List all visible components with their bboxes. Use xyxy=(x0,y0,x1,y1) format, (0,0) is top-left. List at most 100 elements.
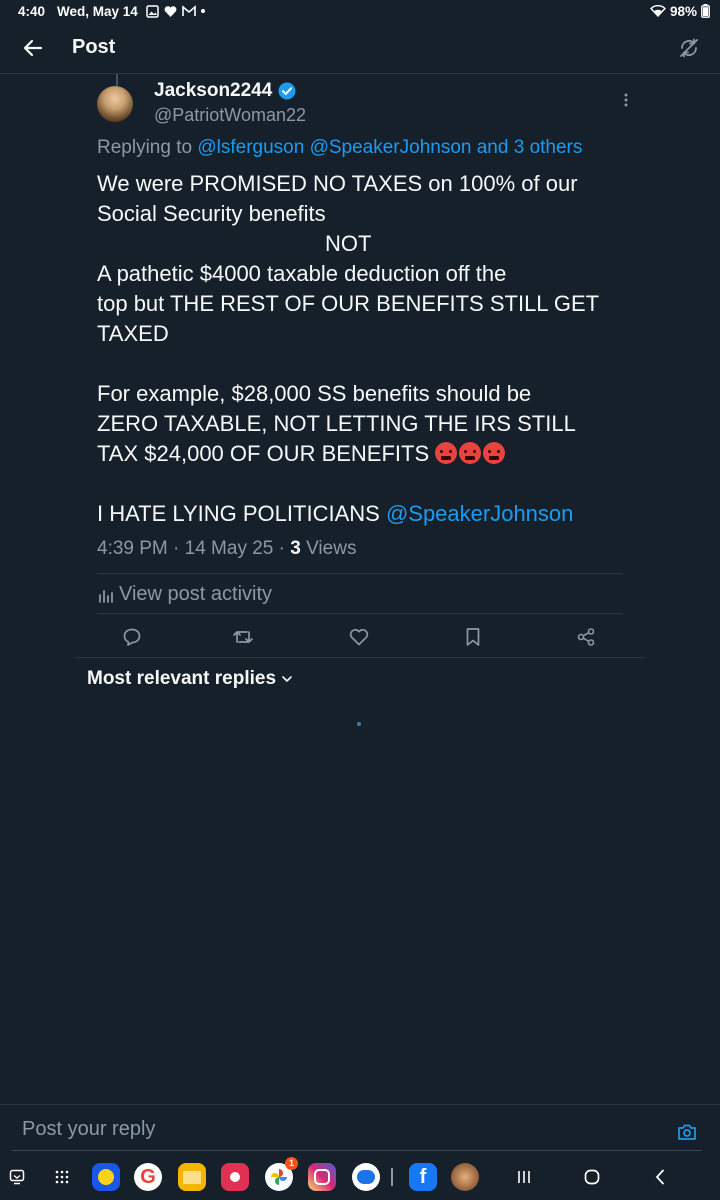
bixby-shape xyxy=(98,1169,114,1185)
separator-line xyxy=(391,1168,393,1186)
replying-prefix: Replying to xyxy=(97,137,193,158)
status-time: 4:40 xyxy=(18,3,46,19)
recent-apps-icon xyxy=(518,1171,530,1183)
app-grid-icon xyxy=(55,1170,69,1184)
back-button[interactable] xyxy=(20,35,46,61)
post-line: A pathetic $4000 taxable deduction off t… xyxy=(97,261,507,286)
status-bar: 4:40 Wed, May 14 98% xyxy=(0,0,720,22)
author-name-text: Jackson2244 xyxy=(154,80,273,101)
views-count: 3 xyxy=(290,538,301,559)
bookmark-button[interactable] xyxy=(462,626,484,648)
reply-icon xyxy=(123,628,141,646)
taskbar-separator xyxy=(390,1163,394,1191)
reply-input[interactable]: Post your reply xyxy=(22,1118,155,1141)
bookmark-icon xyxy=(466,628,480,646)
divider xyxy=(76,657,644,658)
post-metadata: 4:39 PM · 14 May 25 · 3 Views xyxy=(97,538,356,560)
like-button[interactable] xyxy=(348,626,370,648)
google-app-icon[interactable]: G xyxy=(134,1163,162,1191)
taskbar-toggle-icon xyxy=(9,1169,25,1185)
more-vertical-icon xyxy=(624,93,628,107)
chevron-left-icon xyxy=(655,1169,664,1185)
reply-button[interactable] xyxy=(121,626,143,648)
status-right: 98% xyxy=(649,3,710,19)
wifi-icon xyxy=(649,5,666,17)
folder-icon xyxy=(183,1170,201,1184)
camera-icon xyxy=(678,1124,696,1140)
taskbar-toggle-button[interactable] xyxy=(6,1163,28,1191)
photos-notification-badge: 1 xyxy=(285,1157,298,1170)
post-line-with-emoji: TAX $24,000 OF OUR BENEFITS xyxy=(97,439,637,469)
post-line: top but THE REST OF OUR BENEFITS STILL G… xyxy=(97,291,600,316)
author-display-name[interactable]: Jackson2244 xyxy=(154,80,296,102)
recent-apps-button[interactable] xyxy=(510,1163,538,1191)
angry-face-emoji xyxy=(483,442,506,464)
replying-to-users[interactable]: @lsferguson @SpeakerJohnson and 3 others xyxy=(197,137,582,158)
post-line: NOT xyxy=(325,231,372,256)
reply-input-underline xyxy=(12,1150,702,1151)
angry-face-emoji xyxy=(435,442,458,464)
record-icon xyxy=(230,1172,240,1182)
divider xyxy=(97,573,622,574)
views-label: Views xyxy=(300,538,357,559)
post-line: ZERO TAXABLE, NOT LETTING THE IRS STILL xyxy=(97,411,576,436)
game-app-icon[interactable] xyxy=(451,1163,479,1191)
angry-face-emoji xyxy=(459,442,482,464)
bixby-app-icon[interactable] xyxy=(92,1163,120,1191)
post-line-with-mention: I HATE LYING POLITICIANS @SpeakerJohnson xyxy=(97,499,637,529)
back-arrow-icon xyxy=(23,39,43,57)
share-icon xyxy=(577,628,595,646)
post-line: Social Security benefits xyxy=(97,201,326,226)
avatar[interactable] xyxy=(97,86,133,122)
replying-to: Replying to @lsferguson @SpeakerJohnson … xyxy=(97,137,582,159)
more-notifications-dot xyxy=(200,9,205,13)
post-line-blank xyxy=(97,469,637,499)
sync-button[interactable] xyxy=(676,35,702,61)
author-handle[interactable]: @PatriotWoman22 xyxy=(154,105,306,126)
messages-app-icon[interactable] xyxy=(352,1163,380,1191)
mention-link[interactable]: @SpeakerJohnson xyxy=(386,501,573,526)
more-options-button[interactable] xyxy=(616,90,636,110)
loading-indicator xyxy=(357,722,361,726)
photos-app-icon[interactable]: 1 xyxy=(265,1157,298,1191)
post-line: For example, $28,000 SS benefits should … xyxy=(97,381,532,406)
repost-icon xyxy=(233,631,253,643)
post-line-text: TAX $24,000 OF OUR BENEFITS xyxy=(97,441,430,466)
reply-sort-dropdown[interactable]: Most relevant replies xyxy=(87,668,292,690)
chevron-down-icon xyxy=(282,675,292,682)
google-g-icon: G xyxy=(140,1165,156,1188)
post-line: We were PROMISED NO TAXES on 100% of our xyxy=(97,171,578,196)
home-icon xyxy=(584,1169,600,1185)
reply-sort-label: Most relevant replies xyxy=(87,668,277,689)
share-button[interactable] xyxy=(575,626,597,648)
facebook-f-icon: f xyxy=(419,1165,427,1188)
files-app-icon[interactable] xyxy=(178,1163,206,1191)
screen-recorder-app-icon[interactable] xyxy=(221,1163,249,1191)
post-line-text: I HATE LYING POLITICIANS xyxy=(97,501,380,526)
post-actions xyxy=(97,622,622,652)
heart-icon xyxy=(164,5,177,17)
sync-off-icon xyxy=(680,38,698,58)
analytics-icon xyxy=(99,589,113,603)
verified-badge-icon xyxy=(278,82,296,100)
thread-connector-line xyxy=(116,74,118,86)
view-post-activity-button[interactable]: View post activity xyxy=(97,583,272,606)
post-line: TAXED xyxy=(97,321,169,346)
status-date: Wed, May 14 xyxy=(57,3,138,19)
pinwheel-icon xyxy=(271,1169,287,1185)
like-icon xyxy=(349,629,369,646)
home-button[interactable] xyxy=(578,1163,606,1191)
camera-outline-icon xyxy=(314,1169,330,1185)
notification-icons xyxy=(146,4,205,18)
app-drawer-button[interactable] xyxy=(48,1163,76,1191)
camera-button[interactable] xyxy=(676,1121,698,1143)
battery-percent: 98% xyxy=(669,3,697,19)
activity-label: View post activity xyxy=(119,583,273,605)
divider xyxy=(97,613,622,614)
instagram-app-icon[interactable] xyxy=(308,1163,336,1191)
facebook-app-icon[interactable]: f xyxy=(409,1163,437,1191)
app-header: Post xyxy=(0,22,720,74)
repost-button[interactable] xyxy=(232,626,254,648)
battery-icon xyxy=(701,4,710,18)
nav-back-button[interactable] xyxy=(646,1163,674,1191)
